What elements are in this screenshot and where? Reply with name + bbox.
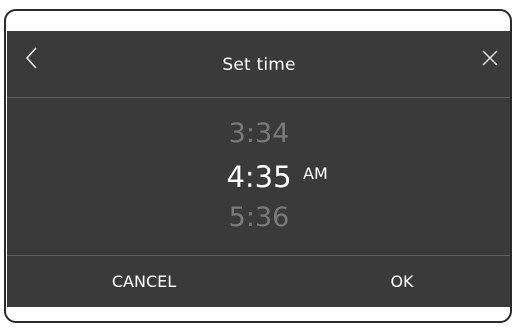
device-frame: Set time 3:34 4:35 AM 5:36 CANCEL OK: [4, 9, 512, 323]
period-selector[interactable]: AM: [303, 164, 328, 183]
close-button[interactable]: [479, 47, 501, 69]
ok-button[interactable]: OK: [337, 256, 467, 307]
dialog-title: Set time: [222, 55, 296, 75]
set-time-dialog: Set time 3:34 4:35 AM 5:36 CANCEL OK: [7, 31, 510, 307]
time-picker[interactable]: 3:34 4:35 AM 5:36: [7, 98, 510, 255]
close-icon: [482, 50, 498, 66]
time-option-previous[interactable]: 3:34: [7, 118, 510, 149]
cancel-button[interactable]: CANCEL: [79, 256, 209, 307]
time-option-selected[interactable]: 4:35: [7, 160, 510, 194]
dialog-footer: CANCEL OK: [7, 256, 510, 307]
time-option-next[interactable]: 5:36: [7, 202, 510, 233]
dialog-header: Set time: [7, 31, 510, 98]
